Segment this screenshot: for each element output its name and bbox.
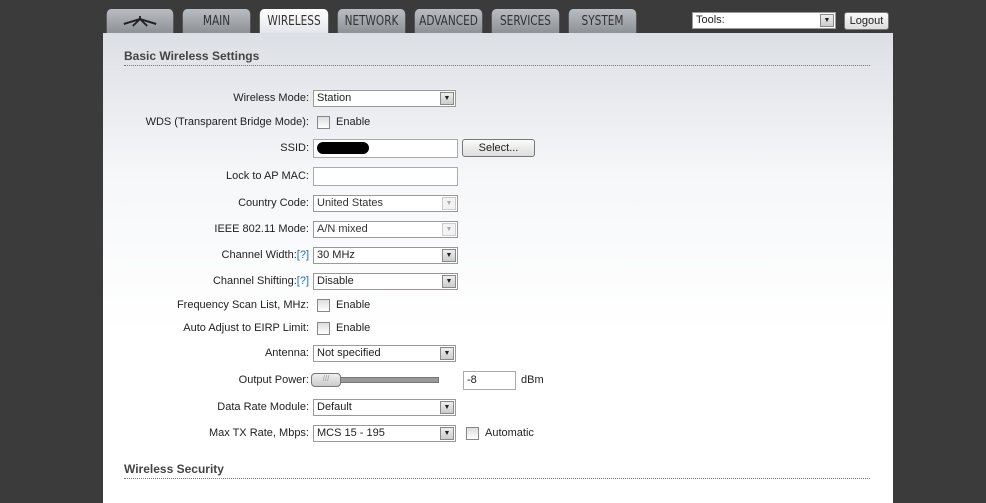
redacted-mark xyxy=(317,141,369,154)
label: SSID: xyxy=(280,142,309,154)
tab-advanced[interactable]: ADVANCED xyxy=(414,9,483,33)
tab-system[interactable]: SYSTEM xyxy=(568,9,637,33)
option-label: Enable xyxy=(336,322,371,334)
country-code-select[interactable]: United States ▼ xyxy=(313,194,458,212)
label: WDS (Transparent Bridge Mode): xyxy=(145,116,309,128)
ieee-mode-select[interactable]: A/N mixed ▼ xyxy=(313,220,458,238)
label: Wireless Mode: xyxy=(233,92,309,104)
tab-wireless[interactable]: WIRELESS xyxy=(259,9,329,34)
chevron-down-icon: ▼ xyxy=(442,248,456,262)
value: A/N mixed xyxy=(317,222,368,235)
label: Data Rate Module: xyxy=(217,401,309,413)
label: Output Power: xyxy=(238,374,309,386)
chevron-down-icon: ▼ xyxy=(442,222,456,236)
data-rate-select[interactable]: Default ▼ xyxy=(313,398,456,416)
label: Country Code: xyxy=(238,197,309,209)
tab-services[interactable]: SERVICES xyxy=(491,9,560,33)
section-basic-wireless: Basic Wireless Settings xyxy=(124,49,870,66)
label: IEEE 802.11 Mode: xyxy=(214,223,309,235)
chevron-down-icon: ▼ xyxy=(440,91,454,105)
chevron-down-icon: ▼ xyxy=(442,274,456,288)
chevron-down-icon: ▼ xyxy=(440,400,454,414)
slider-handle[interactable]: /// xyxy=(311,373,341,387)
output-power-slider[interactable]: /// xyxy=(311,373,439,387)
chevron-down-icon: ▼ xyxy=(440,346,454,360)
tab-main[interactable]: MAIN xyxy=(182,9,251,33)
option-label: Automatic xyxy=(485,427,534,439)
lock-ap-mac-input[interactable] xyxy=(313,166,458,186)
label: Max TX Rate, Mbps: xyxy=(208,427,309,439)
chevron-down-icon: ▼ xyxy=(440,426,454,440)
main-tabs: MAIN WIRELESS NETWORK ADVANCED SERVICES … xyxy=(103,9,640,34)
label: Channel Shifting: xyxy=(212,275,297,287)
content-panel: Basic Wireless Settings Wireless Mode: St… xyxy=(103,33,893,503)
eirp-checkbox[interactable] xyxy=(317,321,330,335)
value: MCS 15 - 195 xyxy=(317,426,385,439)
automatic-checkbox[interactable] xyxy=(466,426,479,440)
channel-shifting-select[interactable]: Disable ▼ xyxy=(313,272,458,290)
unit-label: dBm xyxy=(521,374,544,386)
value: 30 MHz xyxy=(317,248,355,261)
tools-value: Tools: xyxy=(696,14,725,26)
tools-select[interactable]: Tools: ▼ xyxy=(692,12,836,29)
help-link[interactable]: [?] xyxy=(297,249,309,261)
value: United States xyxy=(317,196,384,209)
label: Frequency Scan List, MHz: xyxy=(176,299,309,311)
option-label: Enable xyxy=(336,299,371,311)
label: Antenna: xyxy=(264,347,309,359)
value: Not specified xyxy=(317,346,381,359)
label: Lock to AP MAC: xyxy=(226,170,309,182)
chevron-down-icon: ▼ xyxy=(442,196,456,210)
wireless-mode-select[interactable]: Station ▼ xyxy=(313,89,456,107)
label: Channel Width: xyxy=(221,249,297,261)
frequency-scan-checkbox[interactable] xyxy=(317,298,330,312)
section-wireless-security: Wireless Security xyxy=(124,462,870,479)
help-link[interactable]: [?] xyxy=(297,275,309,287)
channel-width-select[interactable]: 30 MHz ▼ xyxy=(313,246,458,264)
label: Auto Adjust to EIRP Limit: xyxy=(183,322,309,334)
value: Disable xyxy=(317,274,354,287)
value: Default xyxy=(317,400,352,413)
tab-network[interactable]: NETWORK xyxy=(337,9,406,33)
wds-checkbox[interactable] xyxy=(317,115,330,129)
value: Station xyxy=(317,91,352,104)
ubiquiti-logo-icon xyxy=(123,16,157,27)
antenna-select[interactable]: Not specified ▼ xyxy=(313,344,456,362)
ssid-select-button[interactable]: Select... xyxy=(462,139,535,157)
chevron-down-icon: ▼ xyxy=(820,14,834,27)
max-tx-rate-select[interactable]: MCS 15 - 195 ▼ xyxy=(313,424,456,442)
ssid-input[interactable] xyxy=(313,138,458,158)
output-power-input[interactable]: -8 xyxy=(463,370,516,390)
tab-logo[interactable] xyxy=(106,9,174,33)
logout-button[interactable]: Logout xyxy=(844,12,889,30)
option-label: Enable xyxy=(336,116,371,128)
